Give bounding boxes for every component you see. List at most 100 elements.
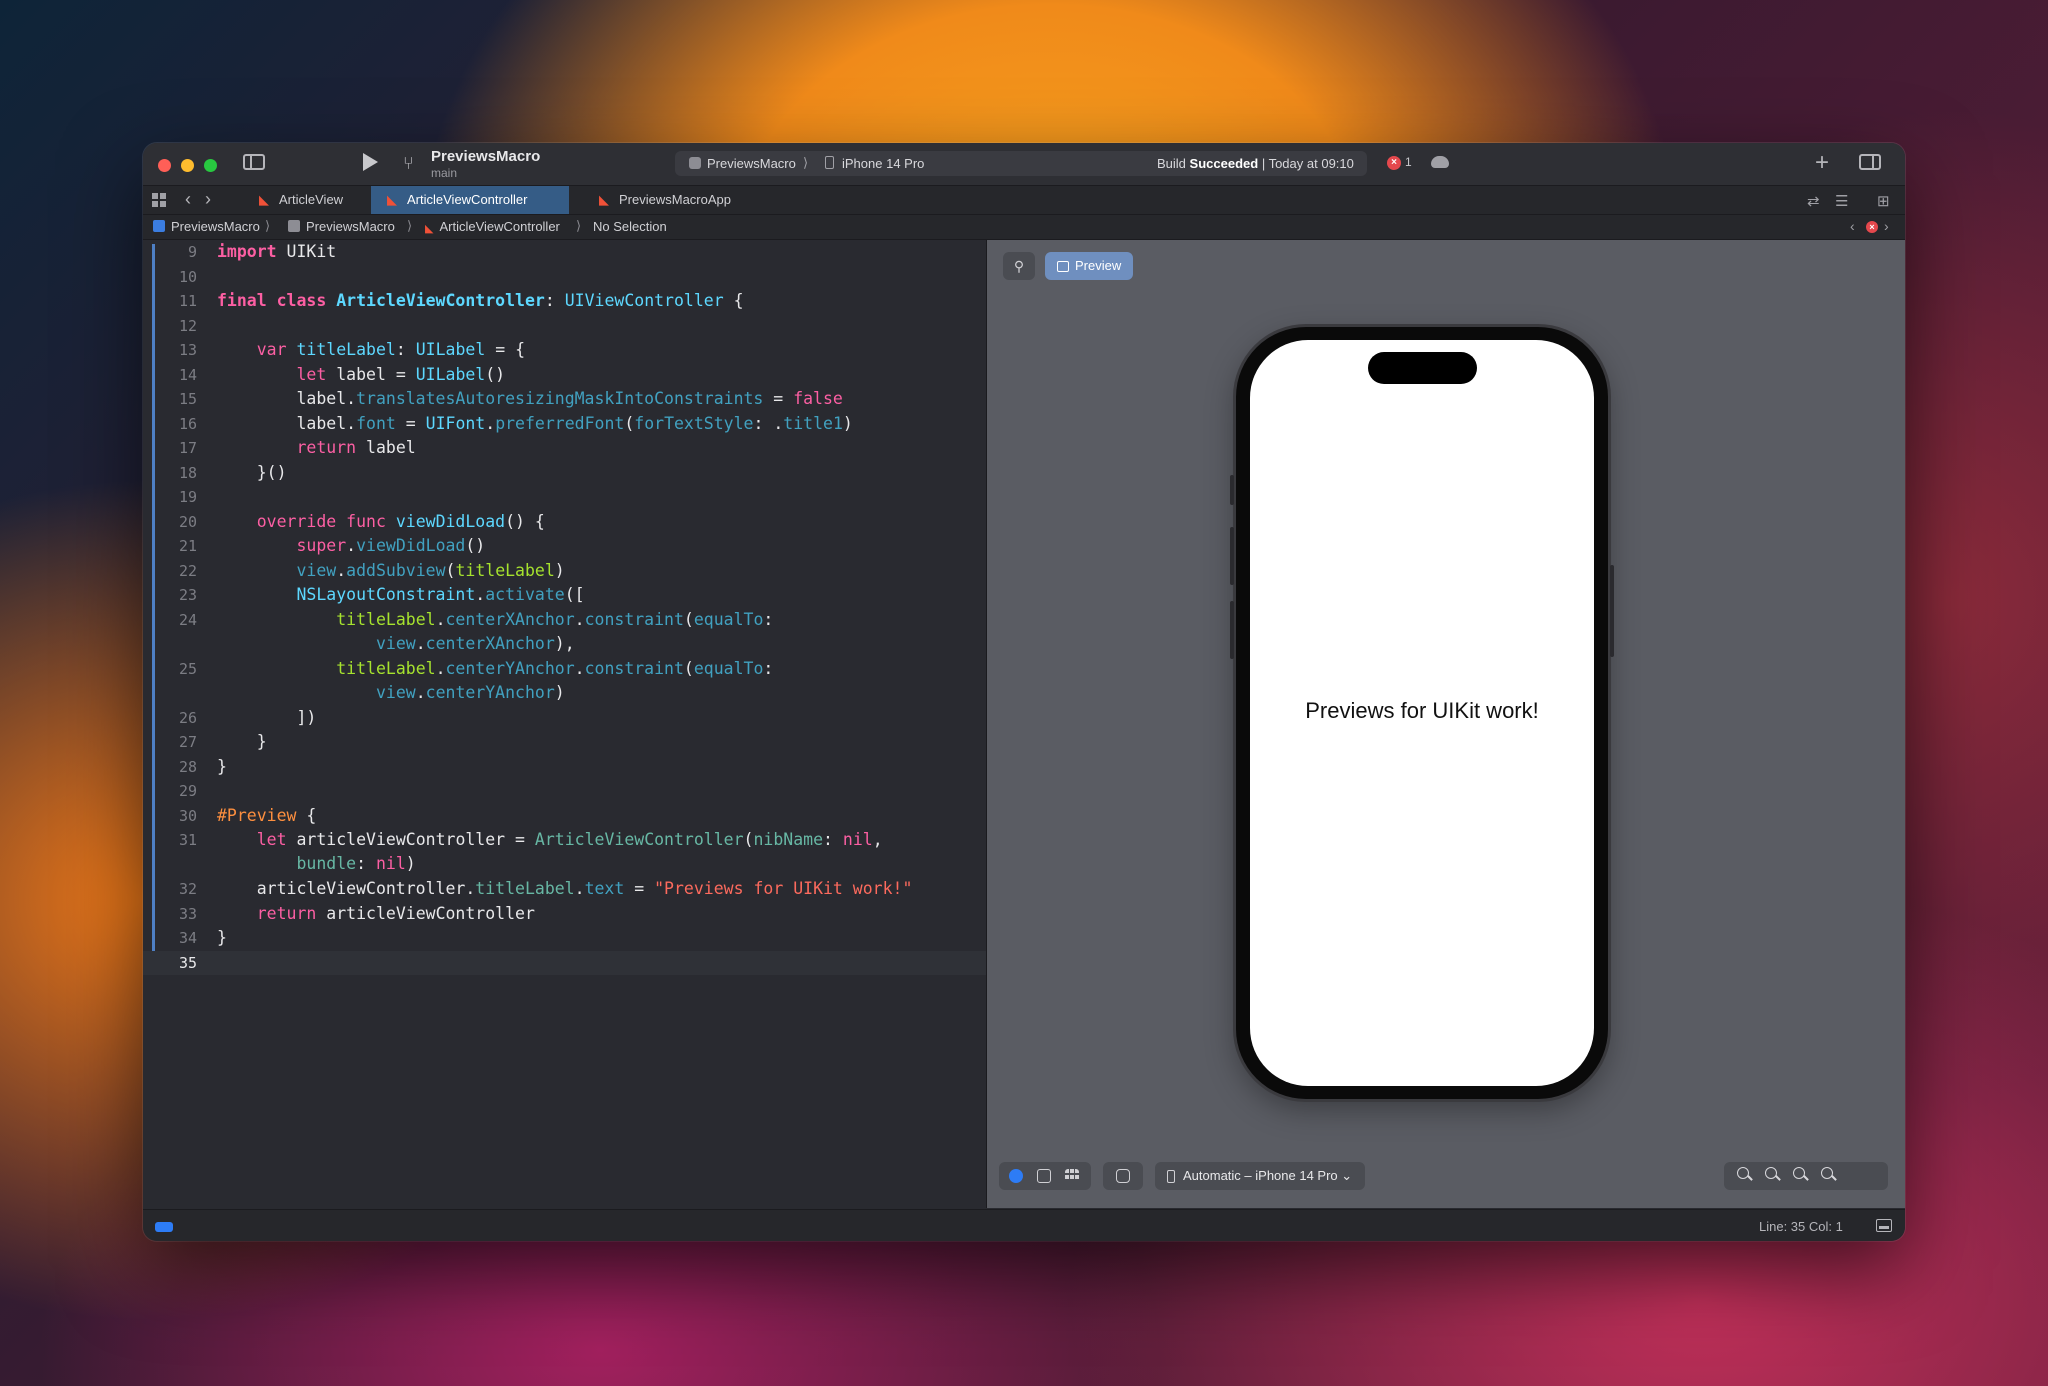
code-line[interactable]: 18 }() (143, 461, 986, 485)
selectable-mode-icon[interactable] (1037, 1169, 1051, 1183)
close-window-button[interactable] (158, 159, 171, 172)
code-line[interactable]: 10 (143, 265, 986, 289)
previous-issue-chevron-icon[interactable]: ‹ (1850, 218, 1855, 234)
line-number: 15 (143, 387, 197, 411)
next-issue-chevron-icon[interactable]: › (1884, 218, 1889, 234)
run-play-icon[interactable] (363, 153, 378, 171)
add-editor-icon[interactable]: ⊞ (1877, 192, 1890, 210)
canvas-bottom-bar: Automatic – iPhone 14 Pro ⌄ (987, 1162, 1905, 1198)
code-line[interactable]: 17 return label (143, 436, 986, 460)
navigator-toggle-icon[interactable] (243, 154, 265, 170)
project-name[interactable]: PreviewsMacro (431, 148, 540, 165)
zoom-in-icon[interactable] (1820, 1166, 1838, 1184)
code-line[interactable]: 21 super.viewDidLoad() (143, 534, 986, 558)
preview-selector-button[interactable]: Preview (1045, 252, 1133, 280)
device-volume-up (1230, 527, 1234, 585)
breadcrumb-label: ArticleViewController (439, 219, 559, 234)
code-line[interactable]: 12 (143, 314, 986, 338)
live-mode-icon[interactable] (1009, 1169, 1023, 1183)
breadcrumb-folder[interactable]: PreviewsMacro (288, 219, 395, 234)
preview-canvas[interactable]: ⚲ Preview Previews for UIKit work! Autom… (987, 240, 1905, 1208)
code-line-current[interactable]: 35 (143, 951, 986, 975)
tab-previewsmacroapp[interactable]: ◣PreviewsMacroApp (583, 186, 763, 214)
bottom-panel-icon[interactable] (1876, 1219, 1892, 1232)
code-line[interactable]: 14 let label = UILabel() (143, 363, 986, 387)
status-bar: Line: 35 Col: 1 (143, 1209, 1905, 1241)
breadcrumb-file[interactable]: ◣ArticleViewController (425, 219, 560, 234)
activity-scheme-bar: PreviewsMacro ⟩ iPhone 14 Pro Build Succ… (675, 151, 1367, 176)
run-destination-selector[interactable]: iPhone 14 Pro (825, 156, 924, 171)
cloud-icon[interactable] (1431, 156, 1449, 168)
line-number: 34 (143, 926, 197, 950)
device-selector-dropdown[interactable]: Automatic – iPhone 14 Pro ⌄ (1155, 1162, 1365, 1190)
device-settings-icon[interactable] (1116, 1169, 1130, 1183)
variants-grid-icon[interactable] (1065, 1169, 1079, 1183)
code-line[interactable]: 28} (143, 755, 986, 779)
code-line[interactable]: 27 } (143, 730, 986, 754)
swap-arrows-icon[interactable]: ⇄ (1807, 192, 1820, 210)
build-status: Build Succeeded | Today at 09:10 (1157, 156, 1354, 171)
project-icon (153, 220, 165, 232)
line-number: 16 (143, 412, 197, 436)
tab-label: ArticleViewController (407, 192, 527, 207)
code-line[interactable]: 25 titleLabel.centerYAnchor.constraint(e… (143, 657, 986, 706)
code-line[interactable]: 32 articleViewController.titleLabel.text… (143, 877, 986, 901)
pin-icon[interactable]: ⚲ (1003, 252, 1035, 280)
device-screen[interactable]: Previews for UIKit work! (1250, 340, 1594, 1086)
line-number: 20 (143, 510, 197, 534)
breadcrumb-project[interactable]: PreviewsMacro (153, 219, 260, 234)
tab-articleviewcontroller[interactable]: ◣ArticleViewController (371, 186, 569, 214)
code-line[interactable]: 19 (143, 485, 986, 509)
build-time: | Today at 09:10 (1262, 156, 1354, 171)
editor-options-icon[interactable]: ☰ (1835, 192, 1848, 210)
code-line[interactable]: 13 var titleLabel: UILabel = { (143, 338, 986, 362)
code-line[interactable]: 11final class ArticleViewController: UIV… (143, 289, 986, 313)
tab-bar: ‹ › ◣ArticleView ◣ArticleViewController … (143, 186, 1905, 215)
error-count[interactable]: 1 (1405, 155, 1412, 169)
device-action-button (1230, 475, 1234, 505)
code-line[interactable]: 16 label.font = UIFont.preferredFont(for… (143, 412, 986, 436)
zoom-to-fit-icon[interactable] (1792, 1166, 1810, 1184)
code-line[interactable]: 22 view.addSubview(titleLabel) (143, 559, 986, 583)
line-number: 21 (143, 534, 197, 558)
code-line[interactable]: 31 let articleViewController = ArticleVi… (143, 828, 986, 877)
code-line[interactable]: 23 NSLayoutConstraint.activate([ (143, 583, 986, 607)
breadcrumb-separator: ⟩ (407, 218, 412, 234)
line-number: 33 (143, 902, 197, 926)
library-plus-icon[interactable]: + (1815, 149, 1829, 177)
forward-chevron-icon[interactable]: › (205, 189, 211, 210)
error-icon[interactable]: × (1387, 156, 1401, 170)
minimize-window-button[interactable] (181, 159, 194, 172)
code-line[interactable]: 26 ]) (143, 706, 986, 730)
code-line[interactable]: 15 label.translatesAutoresizingMaskIntoC… (143, 387, 986, 411)
back-chevron-icon[interactable]: ‹ (185, 189, 191, 210)
code-line[interactable]: 24 titleLabel.centerXAnchor.constraint(e… (143, 608, 986, 657)
code-line[interactable]: 33 return articleViewController (143, 902, 986, 926)
device-volume-down (1230, 601, 1234, 659)
line-number: 14 (143, 363, 197, 387)
line-number: 28 (143, 755, 197, 779)
code-line[interactable]: 29 (143, 779, 986, 803)
folder-icon (288, 220, 300, 232)
issue-error-icon[interactable]: × (1866, 221, 1878, 233)
code-line[interactable]: 30#Preview { (143, 804, 986, 828)
breadcrumb-selection[interactable]: No Selection (593, 219, 667, 234)
debug-area-toggle-icon[interactable] (155, 1222, 173, 1232)
code-line[interactable]: 20 override func viewDidLoad() { (143, 510, 986, 534)
line-number: 27 (143, 730, 197, 754)
line-number: 11 (143, 289, 197, 313)
cursor-position: Line: 35 Col: 1 (1759, 1219, 1843, 1234)
code-line[interactable]: 9import UIKit (143, 240, 986, 264)
line-number: 22 (143, 559, 197, 583)
line-number: 13 (143, 338, 197, 362)
inspector-toggle-icon[interactable] (1859, 154, 1881, 170)
swift-icon: ◣ (599, 186, 609, 214)
line-number: 26 (143, 706, 197, 730)
zoom-out-icon[interactable] (1736, 1166, 1754, 1184)
related-items-grid-icon[interactable] (152, 193, 166, 207)
source-editor[interactable]: 9import UIKit 10 11final class ArticleVi… (143, 240, 987, 1208)
zoom-to-100-icon[interactable] (1764, 1166, 1782, 1184)
scheme-selector[interactable]: PreviewsMacro (689, 156, 796, 171)
code-line[interactable]: 34} (143, 926, 986, 950)
zoom-window-button[interactable] (204, 159, 217, 172)
